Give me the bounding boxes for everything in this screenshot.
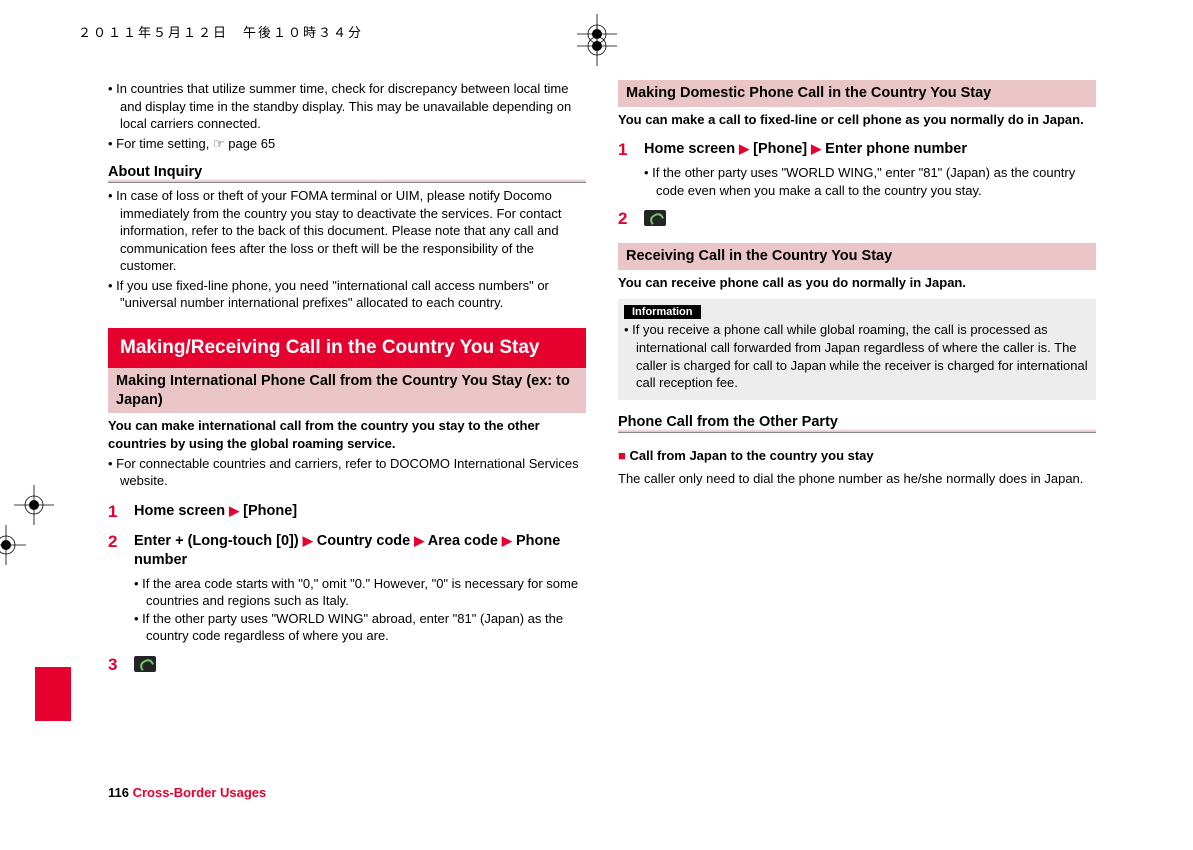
information-label: Information xyxy=(624,305,701,319)
call-from-japan-heading: ■ Call from Japan to the country you sta… xyxy=(618,447,1096,465)
dial-icon xyxy=(644,210,666,226)
intl-call-bullet: For connectable countries and carriers, … xyxy=(108,455,586,490)
information-box: Information If you receive a phone call … xyxy=(618,299,1096,399)
intro-bullet: In countries that utilize summer time, c… xyxy=(108,80,586,133)
intl-call-bullets: For connectable countries and carriers, … xyxy=(108,455,586,492)
step-number: 2 xyxy=(618,209,632,229)
intro-bullets: In countries that utilize summer time, c… xyxy=(108,80,586,154)
making-international-call-heading: Making International Phone Call from the… xyxy=(108,368,586,414)
about-inquiry-bullet: If you use fixed-line phone, you need "i… xyxy=(108,277,586,312)
about-inquiry-bullets: In case of loss or theft of your FOMA te… xyxy=(108,187,586,314)
left-column: In countries that utilize summer time, c… xyxy=(108,80,586,800)
arrow-icon: ▶ xyxy=(414,533,424,548)
registration-mark-left xyxy=(14,485,54,525)
about-inquiry-bullet: In case of loss or theft of your FOMA te… xyxy=(108,187,586,275)
call-from-japan-body: The caller only need to dial the phone n… xyxy=(618,470,1096,488)
making-domestic-call-heading: Making Domestic Phone Call in the Countr… xyxy=(618,80,1096,107)
arrow-icon: ▶ xyxy=(502,533,512,548)
square-bullet-icon: ■ xyxy=(618,448,626,463)
receiving-call-intro: You can receive phone call as you do nor… xyxy=(618,274,1096,292)
making-receiving-call-heading: Making/Receiving Call in the Country You… xyxy=(108,328,586,368)
phone-call-other-party-heading: Phone Call from the Other Party xyxy=(618,414,1096,433)
domestic-step-1-title: Home screen ▶ [Phone] ▶ Enter phone numb… xyxy=(644,140,1096,160)
step-number: 2 xyxy=(108,532,122,552)
step-number: 1 xyxy=(108,502,122,522)
right-column: Making Domestic Phone Call in the Countr… xyxy=(618,80,1096,800)
intl-step-3: 3 xyxy=(108,655,586,675)
page-content: In countries that utilize summer time, c… xyxy=(108,80,1096,800)
domestic-step-1: 1 Home screen ▶ [Phone] ▶ Enter phone nu… xyxy=(618,140,1096,199)
step-2-note: If the other party uses "WORLD WING" abr… xyxy=(134,610,586,645)
arrow-icon: ▶ xyxy=(229,503,239,518)
arrow-icon: ▶ xyxy=(811,141,821,156)
arrow-icon: ▶ xyxy=(739,141,749,156)
registration-mark-right xyxy=(0,525,26,565)
step-1-title: Home screen ▶ [Phone] xyxy=(134,502,586,522)
step-2-title: Enter + (Long-touch [0]) ▶ Country code … xyxy=(134,532,586,571)
receiving-call-heading: Receiving Call in the Country You Stay xyxy=(618,243,1096,270)
step-number: 3 xyxy=(108,655,122,675)
intl-step-2: 2 Enter + (Long-touch [0]) ▶ Country cod… xyxy=(108,532,586,645)
about-inquiry-heading: About Inquiry xyxy=(108,164,586,183)
information-bullets: If you receive a phone call while global… xyxy=(624,321,1090,391)
intl-step-1: 1 Home screen ▶ [Phone] xyxy=(108,502,586,522)
domestic-call-intro: You can make a call to fixed-line or cel… xyxy=(618,111,1096,129)
arrow-icon: ▶ xyxy=(303,533,313,548)
dial-icon xyxy=(134,656,156,672)
section-title: Cross-Border Usages xyxy=(133,785,267,800)
intro-bullet: For time setting, ☞ page 65 xyxy=(108,135,586,153)
page-timestamp: ２０１１年５月１２日 午後１０時３４分 xyxy=(78,22,363,41)
intl-call-intro: You can make international call from the… xyxy=(108,417,586,452)
information-bullet: If you receive a phone call while global… xyxy=(624,321,1090,391)
domestic-step-1-notes: If the other party uses "WORLD WING," en… xyxy=(644,164,1096,199)
step-2-note: If the area code starts with "0," omit "… xyxy=(134,575,586,610)
section-tab-marker xyxy=(35,667,71,721)
page-number: 116 xyxy=(108,785,129,800)
step-number: 1 xyxy=(618,140,632,160)
step-2-notes: If the area code starts with "0," omit "… xyxy=(134,575,586,645)
domestic-step-1-note: If the other party uses "WORLD WING," en… xyxy=(644,164,1096,199)
domestic-step-2: 2 xyxy=(618,209,1096,229)
page-footer: 116 Cross-Border Usages xyxy=(108,785,266,800)
registration-mark-bottom xyxy=(577,26,617,66)
